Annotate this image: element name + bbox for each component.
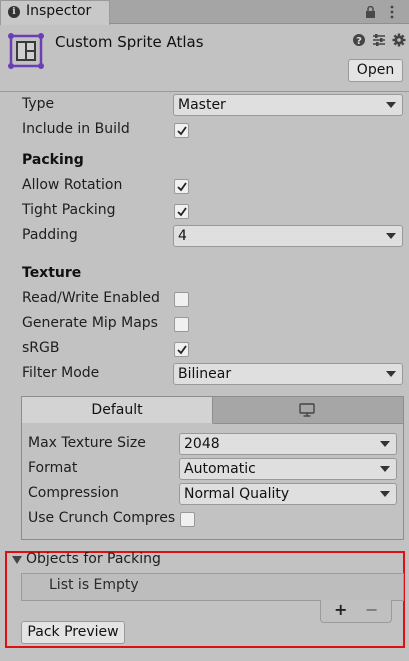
max-texture-size-dropdown[interactable]: 2048 — [179, 433, 397, 455]
filter-mode-value: Bilinear — [178, 366, 232, 382]
chevron-down-icon — [380, 466, 390, 472]
asset-title: Custom Sprite Atlas — [55, 33, 204, 51]
help-icon[interactable]: ? — [352, 33, 366, 47]
chevron-down-icon — [386, 102, 396, 108]
monitor-icon — [299, 403, 315, 417]
tab-default-platform[interactable]: Default — [22, 397, 213, 424]
type-dropdown[interactable]: Master — [173, 94, 403, 116]
include-in-build-label: Include in Build — [22, 121, 130, 137]
read-write-checkbox[interactable] — [174, 292, 189, 307]
lock-icon[interactable] — [365, 6, 376, 18]
srgb-label: sRGB — [22, 340, 60, 356]
chevron-down-icon — [386, 371, 396, 377]
compression-label: Compression — [28, 485, 119, 501]
add-icon[interactable]: + — [334, 600, 347, 619]
objects-for-packing-heading[interactable]: Objects for Packing — [26, 551, 161, 567]
crunch-compression-checkbox[interactable] — [180, 512, 195, 527]
crunch-compression-label: Use Crunch Compres — [28, 510, 176, 526]
more-options-icon[interactable] — [387, 5, 397, 19]
svg-text:?: ? — [356, 36, 362, 47]
format-dropdown[interactable]: Automatic — [179, 458, 397, 480]
packing-heading: Packing — [22, 152, 84, 168]
checkmark-icon — [177, 182, 187, 192]
format-label: Format — [28, 460, 78, 476]
remove-icon[interactable]: − — [365, 600, 378, 619]
chevron-down-icon — [386, 233, 396, 239]
tab-standalone-platform[interactable] — [213, 397, 403, 424]
allow-rotation-checkbox[interactable] — [174, 179, 189, 194]
list-empty-text: List is Empty — [49, 577, 139, 593]
foldout-arrow-icon[interactable] — [12, 556, 22, 564]
type-label: Type — [22, 96, 55, 112]
chevron-down-icon — [380, 491, 390, 497]
texture-heading: Texture — [22, 265, 82, 281]
tight-packing-label: Tight Packing — [22, 202, 116, 218]
info-icon: i — [8, 6, 20, 18]
open-button[interactable]: Open — [348, 59, 403, 82]
chevron-down-icon — [380, 441, 390, 447]
settings-gear-icon[interactable] — [392, 33, 406, 47]
allow-rotation-label: Allow Rotation — [22, 177, 123, 193]
pack-preview-button[interactable]: Pack Preview — [21, 621, 125, 644]
checkmark-icon — [177, 126, 187, 136]
max-texture-size-label: Max Texture Size — [28, 435, 146, 451]
padding-label: Padding — [22, 227, 78, 243]
tight-packing-checkbox[interactable] — [174, 204, 189, 219]
mip-maps-checkbox[interactable] — [174, 317, 189, 332]
type-value: Master — [178, 97, 226, 113]
compression-dropdown[interactable]: Normal Quality — [179, 483, 397, 505]
header-divider — [0, 91, 409, 92]
checkmark-icon — [177, 207, 187, 217]
filter-mode-label: Filter Mode — [22, 365, 100, 381]
list-footer: + − — [320, 600, 392, 623]
format-value: Automatic — [184, 461, 256, 477]
filter-mode-dropdown[interactable]: Bilinear — [173, 363, 403, 385]
padding-dropdown[interactable]: 4 — [173, 225, 403, 247]
max-texture-size-value: 2048 — [184, 436, 220, 452]
read-write-label: Read/Write Enabled — [22, 290, 160, 306]
include-in-build-checkbox[interactable] — [174, 123, 189, 138]
sprite-atlas-icon — [8, 33, 44, 69]
compression-value: Normal Quality — [184, 486, 290, 502]
tab-title: Inspector — [26, 3, 92, 19]
srgb-checkbox[interactable] — [174, 342, 189, 357]
padding-value: 4 — [178, 228, 187, 244]
preset-icon[interactable] — [372, 33, 386, 47]
checkmark-icon — [177, 345, 187, 355]
mip-maps-label: Generate Mip Maps — [22, 315, 158, 331]
